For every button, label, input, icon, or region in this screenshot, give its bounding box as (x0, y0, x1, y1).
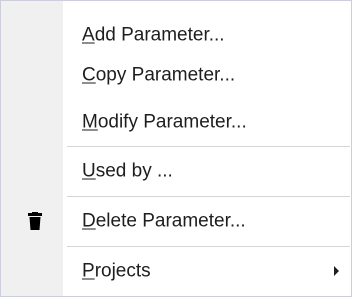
menu-item-add-parameter[interactable]: Add Parameter... (1, 15, 351, 55)
menu-item-label: Delete Parameter... (82, 210, 246, 232)
context-menu: Add Parameter... Copy Parameter... Modif… (0, 0, 352, 297)
menu-item-label: Copy Parameter... (82, 64, 236, 86)
menu-separator (67, 246, 350, 247)
menu-item-label: Projects (82, 260, 151, 282)
menu-item-used-by[interactable]: Used by ... (1, 151, 351, 191)
menu-separator (67, 146, 350, 147)
menu-item-copy-parameter[interactable]: Copy Parameter... (1, 55, 351, 95)
menu-item-label: Used by ... (82, 160, 173, 182)
menu-item-delete-parameter[interactable]: Delete Parameter... (1, 201, 351, 241)
menu-separator (67, 196, 350, 197)
submenu-arrow-icon (334, 266, 339, 276)
menu-item-modify-parameter[interactable]: Modify Parameter... (1, 102, 351, 142)
menu-item-label: Modify Parameter... (82, 111, 247, 133)
trash-icon (28, 212, 42, 230)
menu-item-projects[interactable]: Projects (1, 251, 351, 291)
menu-item-label: Add Parameter... (82, 24, 225, 46)
